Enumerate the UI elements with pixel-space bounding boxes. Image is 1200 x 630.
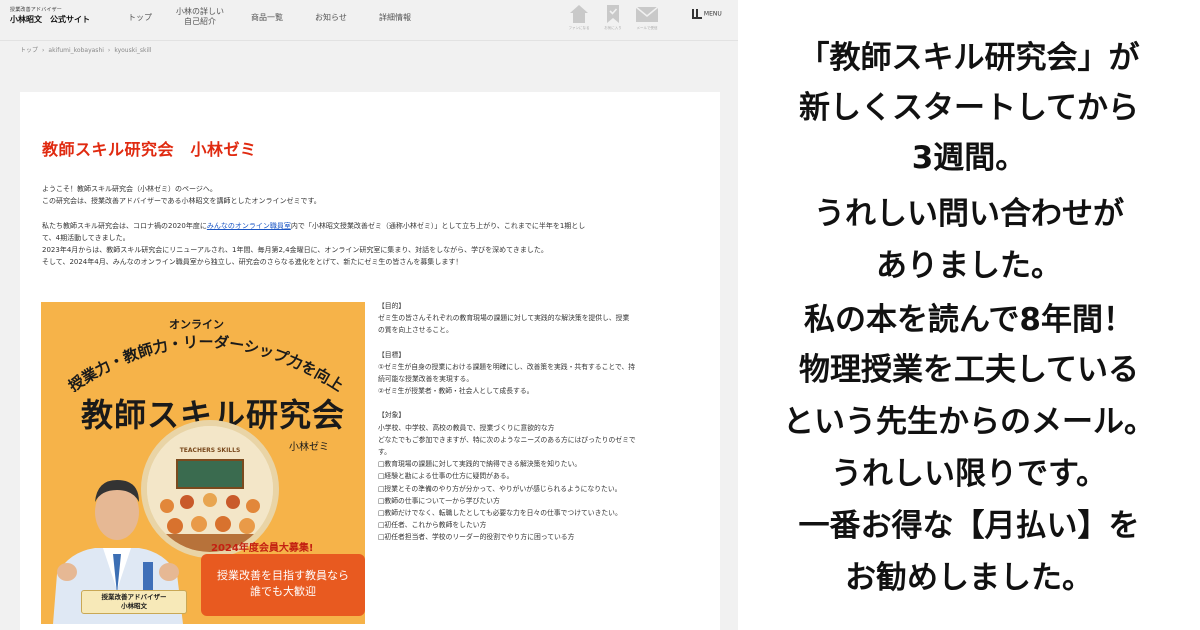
nav-details[interactable]: 詳細情報 (379, 13, 411, 23)
intro-line: ようこそ！教師スキル研究会（小林ゼミ）のページへ。 (42, 185, 217, 193)
nav-profile-line1: 小林の詳しい (176, 7, 224, 16)
home-icon (570, 5, 588, 23)
breadcrumb-top[interactable]: トップ (20, 47, 38, 54)
goal-heading: 【目標】 (378, 350, 406, 359)
intro-line: 2023年4月からは、教師スキル研究会にリニューアルされ、1年間、毎月第2,4金… (42, 246, 548, 255)
breadcrumb-separator-icon: › (107, 47, 111, 54)
lecturer-name: 小林昭文 (121, 602, 147, 610)
message-line: うれしい問い合わせが (814, 196, 1124, 232)
message-line: お勧めしました。 (845, 560, 1093, 596)
seminar-details: 【目的】 ゼミ生の皆さんそれぞれの教育現場の課題に対して実践的な解決策を提供し、… (378, 300, 708, 544)
detail-line: ①ゼミ生が自身の授業における課題を明確にし、改善策を実践・共有することで、持 (378, 362, 636, 371)
intro-line: 私たち教師スキル研究会は、コロナ禍の2020年度にみんなのオンライン職員室内で「… (42, 220, 702, 232)
menu-icon (692, 9, 702, 19)
message-line: 私の本を読んで8年間！ (803, 302, 1135, 338)
nav-profile[interactable]: 小林の詳しい 自己紹介 (176, 7, 224, 27)
breadcrumb: トップ › akifumi_kobayashi › kyouski_skill (20, 45, 151, 54)
promo-arc-text: 授業力・教師力・リーダーシップ力を向上 (65, 333, 346, 392)
check-item: □初任者担当者、学校のリーダー的役割でやり方に困っている方 (378, 533, 575, 542)
intro-line: この研究会は、授業改善アドバイザーである小林昭文を講師としたオンラインゼミです。 (42, 197, 321, 206)
header-actions: ファンになる お気に入り メールで受信 MENU (564, 3, 724, 37)
mail-label: メールで受信 (636, 26, 658, 30)
fan-button[interactable]: ファンになる (564, 3, 594, 31)
online-staffroom-link[interactable]: みんなのオンライン職員室 (207, 222, 291, 230)
detail-line: ②ゼミ生が授業者・教師・社会人として成長する。 (378, 387, 534, 396)
site-header: 授業改善アドバイザー 小林昭文 公式サイト トップ 小林の詳しい 自己紹介 商品… (0, 0, 738, 41)
website-screenshot: 授業改善アドバイザー 小林昭文 公式サイト トップ 小林の詳しい 自己紹介 商品… (0, 0, 738, 630)
mail-icon (635, 6, 659, 22)
fan-label: ファンになる (568, 26, 590, 30)
purpose-heading: 【目的】 (378, 302, 406, 310)
pill-line: 授業改善を目指す教員なら (217, 569, 349, 582)
check-item: □経験と勘による仕事の仕方に疑問がある。 (378, 472, 514, 481)
message-line: うれしい限りです。 (831, 456, 1107, 492)
promo-pill: 授業改善を目指す教員なら 誰でも大歓迎 (201, 554, 365, 616)
check-item: □教師だけでなく、転職したとしても必要な力を日々の仕事でつけていきたい。 (378, 509, 622, 518)
svg-text:TEACHERS SKILLS: TEACHERS SKILLS (180, 447, 241, 454)
detail-line: の質を向上させること。 (378, 326, 453, 335)
message-line: 物理授業を工夫している (798, 352, 1140, 388)
bookmark-icon (607, 5, 619, 23)
check-item: □教師の仕事について一から学びたい方 (378, 496, 500, 505)
pill-line: 誰でも大歓迎 (250, 585, 316, 598)
breadcrumb-current: kyouski_skill (114, 47, 152, 54)
logo-subtitle: 授業改善アドバイザー (10, 7, 63, 13)
message-line: ありました。 (876, 248, 1062, 284)
nav-news[interactable]: お知らせ (315, 13, 347, 23)
intro-line: そして、2024年4月、みんなのオンライン職員室から独立し、研究会のさらなる進化… (42, 258, 463, 267)
check-item: □教育現場の課題に対して実践的で納得できる解決策を知りたい。 (378, 460, 582, 469)
message-line: 一番お得な【月払い】を (798, 508, 1140, 544)
intro-text: ようこそ！教師スキル研究会（小林ゼミ）のページへ。 この研究会は、授業改善アドバ… (42, 183, 702, 269)
nav-top[interactable]: トップ (128, 13, 152, 23)
menu-button[interactable]: MENU (692, 9, 724, 19)
logo-title: 小林昭文 公式サイト (10, 15, 90, 24)
lecturer-label: 授業改善アドバイザー 小林昭文 (81, 590, 187, 614)
check-item: □初任者、これから教師をしたい方 (378, 521, 487, 530)
detail-line: 続可能な授業改善を実現する。 (378, 375, 474, 384)
favorite-button[interactable]: お気に入り (598, 3, 628, 31)
detail-line: どなたでもご参加できますが、特に次のようなニーズのある方にはぴったりのゼミで (378, 435, 636, 444)
check-item: □授業とその準備のやり方が分かって、やりがいが感じられるようになりたい。 (378, 484, 622, 493)
promo-banner: オンライン 授業力・教師力・リーダーシップ力を向上 教師スキル研究会 TEACH… (41, 302, 365, 624)
intro-text-span: 私たち教師スキル研究会は、コロナ禍の2020年度に (42, 221, 207, 230)
mail-button[interactable]: メールで受信 (632, 3, 662, 31)
promo-zemi: 小林ゼミ (289, 442, 329, 453)
page-title: 教師スキル研究会 小林ゼミ (42, 140, 257, 159)
message-line: 3週間。 (911, 140, 1027, 176)
breadcrumb-user[interactable]: akifumi_kobayashi (48, 47, 104, 54)
intro-line: て、4期活動してきました。 (42, 233, 130, 242)
intro-text-span: 内で「小林昭文授業改善ゼミ（通称小林ゼミ）」として立ち上がり、これまでに半年を1… (290, 221, 586, 230)
site-logo[interactable]: 授業改善アドバイザー 小林昭文 公式サイト (10, 7, 90, 26)
menu-label: MENU (703, 10, 722, 18)
message-line: 「教師スキル研究会」が (798, 40, 1140, 76)
detail-line: 小学校、中学校、高校の教員で、授業づくりに意欲的な方 (378, 423, 555, 432)
content-card: 教師スキル研究会 小林ゼミ ようこそ！教師スキル研究会（小林ゼミ）のページへ。 … (20, 92, 720, 630)
nav-products[interactable]: 商品一覧 (251, 13, 283, 23)
svg-text:授業力・教師力・リーダーシップ力を向上: 授業力・教師力・リーダーシップ力を向上 (65, 333, 346, 392)
message-line: 新しくスタートしてから (798, 90, 1140, 126)
target-heading: 【対象】 (378, 411, 406, 420)
message-panel: 「教師スキル研究会」が 新しくスタートしてから 3週間。 うれしい問い合わせが … (738, 0, 1200, 630)
promo-recruit: 2024年度会員大募集! (211, 543, 314, 554)
lecturer-title: 授業改善アドバイザー (101, 593, 167, 601)
favorite-label: お気に入り (604, 26, 622, 30)
detail-line: す。 (378, 448, 391, 457)
message-line: という先生からのメール。 (783, 404, 1155, 440)
detail-line: ゼミ生の皆さんそれぞれの教育現場の課題に対して実践的な解決策を提供し、授業 (378, 314, 630, 323)
nav-profile-line2: 自己紹介 (184, 17, 216, 26)
breadcrumb-separator-icon: › (42, 47, 45, 54)
